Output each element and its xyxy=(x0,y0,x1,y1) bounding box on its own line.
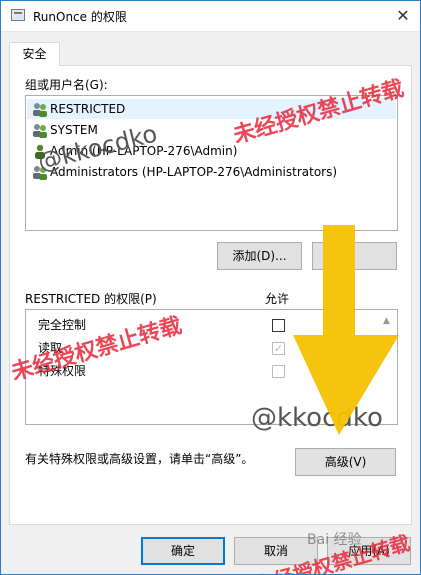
user-group-icon xyxy=(33,103,47,117)
list-item[interactable]: Admin (HP-LAPTOP-276\Admin) xyxy=(27,141,396,161)
list-item[interactable]: Administrators (HP-LAPTOP-276\Administra… xyxy=(27,162,396,182)
user-group-icon xyxy=(33,166,47,180)
permissions-list: 完全控制 读取 ✓ 特殊权限 ▲ xyxy=(25,309,398,425)
permission-name: 读取 xyxy=(38,341,63,355)
add-button[interactable]: 添加(D)... xyxy=(217,242,302,270)
user-icon xyxy=(35,144,45,159)
allow-full-control-checkbox[interactable] xyxy=(272,319,285,332)
close-button[interactable]: ✕ xyxy=(386,1,420,31)
user-list[interactable]: RESTRICTED SYSTEM Admin (HP-LAPTOP-276\A… xyxy=(25,95,398,231)
user-name: SYSTEM xyxy=(50,123,98,137)
user-name: RESTRICTED xyxy=(50,102,126,116)
title-bar: RunOnce 的权限 ✕ xyxy=(1,1,420,32)
permissions-label: RESTRICTED 的权限(P) xyxy=(25,292,157,306)
window-icon xyxy=(11,9,25,21)
list-item[interactable]: RESTRICTED xyxy=(27,99,396,119)
scroll-up-icon[interactable]: ▲ xyxy=(383,316,391,328)
user-name: Admin (HP-LAPTOP-276\Admin) xyxy=(50,144,238,158)
allow-column-header: 允许 xyxy=(265,292,290,306)
allow-read-checkbox: ✓ xyxy=(272,342,285,355)
remove-button[interactable] xyxy=(312,242,397,270)
permission-name: 特殊权限 xyxy=(38,364,87,378)
user-name: Administrators (HP-LAPTOP-276\Administra… xyxy=(50,165,338,179)
window-title: RunOnce 的权限 xyxy=(33,10,127,24)
ok-button[interactable]: 确定 xyxy=(141,537,225,565)
tab-security[interactable]: 安全 xyxy=(9,42,60,66)
apply-button[interactable]: 应用(A) xyxy=(327,537,411,565)
cancel-button[interactable]: 取消 xyxy=(234,537,318,565)
advanced-button[interactable]: 高级(V) xyxy=(295,448,396,476)
group-or-user-label: 组或用户名(G): xyxy=(25,78,108,92)
allow-special-checkbox xyxy=(272,365,285,378)
list-item[interactable]: SYSTEM xyxy=(27,120,396,140)
user-group-icon xyxy=(33,124,47,138)
permissions-dialog: RunOnce 的权限 ✕ 安全 组或用户名(G): RESTRICTED SY… xyxy=(0,0,421,575)
advanced-hint-text: 有关特殊权限或高级设置，请单击“高级”。 xyxy=(25,452,254,466)
permission-name: 完全控制 xyxy=(38,318,87,332)
